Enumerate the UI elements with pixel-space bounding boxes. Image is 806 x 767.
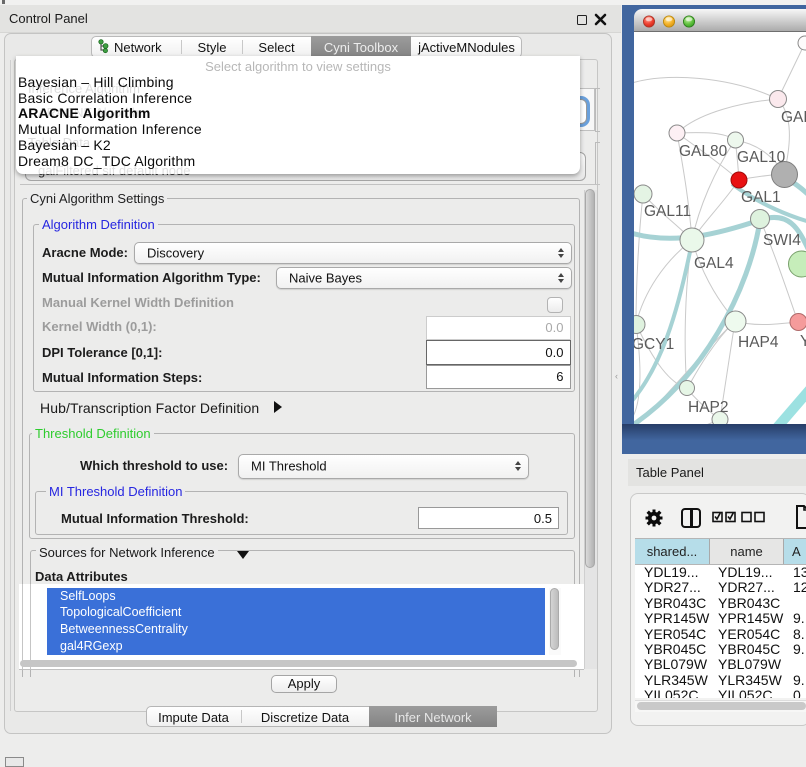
svg-text:GAL80: GAL80 — [679, 143, 728, 160]
svg-text:YJ: YJ — [800, 333, 806, 350]
svg-text:HAP2: HAP2 — [688, 399, 729, 416]
svg-text:HAP4: HAP4 — [738, 334, 779, 351]
svg-text:GAL4: GAL4 — [694, 255, 734, 272]
svg-text:SWI4: SWI4 — [763, 232, 801, 249]
svg-text:GAL10: GAL10 — [737, 149, 786, 166]
svg-text:GAL2: GAL2 — [781, 109, 806, 126]
svg-text:GAL1: GAL1 — [741, 189, 781, 206]
svg-text:GCY1: GCY1 — [634, 336, 674, 353]
svg-text:GAL11: GAL11 — [644, 203, 691, 220]
